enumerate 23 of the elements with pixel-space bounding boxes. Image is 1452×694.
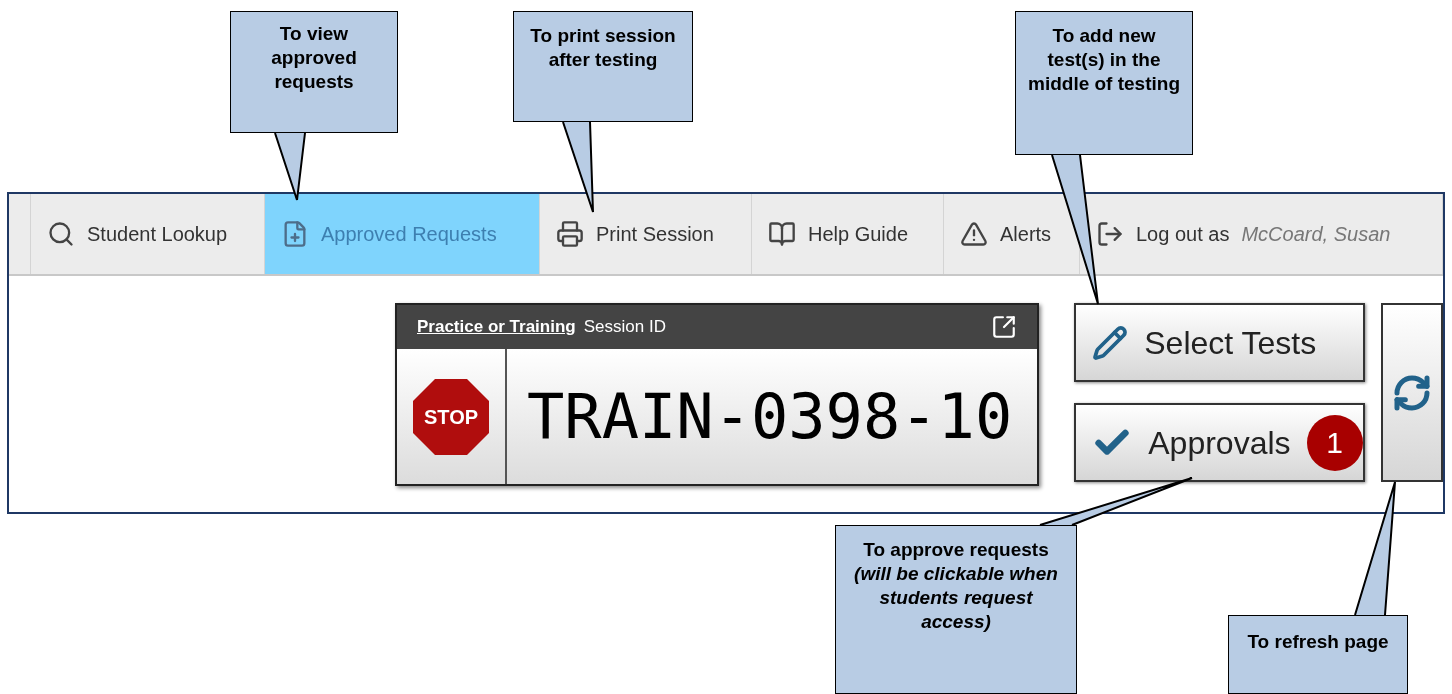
refresh-button[interactable] bbox=[1381, 303, 1443, 482]
callout-text: To add new test(s) in the middle of testing bbox=[1028, 25, 1180, 94]
practice-link[interactable]: Practice or Training bbox=[417, 314, 576, 340]
select-tests-button[interactable]: Select Tests bbox=[1074, 303, 1366, 382]
callout-text: To print session after testing bbox=[530, 25, 676, 70]
callout-text: To view approved requests bbox=[271, 23, 357, 92]
warning-icon bbox=[960, 220, 988, 248]
session-id-label: Session ID bbox=[583, 316, 666, 339]
logout-icon bbox=[1096, 220, 1124, 248]
toolbar-tab[interactable]: Help Guide bbox=[752, 194, 944, 274]
toolbar-tab[interactable]: Print Session bbox=[540, 194, 752, 274]
user-name: McCoard, Susan bbox=[1241, 222, 1391, 247]
search-icon bbox=[47, 220, 75, 248]
callout-text: To approve requests (will be clickable when students request access) bbox=[854, 539, 1058, 632]
popout-icon[interactable] bbox=[991, 314, 1018, 340]
stop-sign-icon[interactable]: STOP bbox=[412, 377, 490, 456]
pencil-icon bbox=[1092, 324, 1129, 361]
printer-icon bbox=[556, 220, 584, 248]
session-id: TRAIN-0398-10 bbox=[527, 385, 1013, 448]
book-icon bbox=[768, 220, 796, 248]
count-badge: 1 bbox=[1306, 414, 1363, 471]
approvals-button[interactable]: Approvals 1 bbox=[1074, 403, 1366, 482]
callout-text: To refresh page bbox=[1247, 631, 1389, 652]
